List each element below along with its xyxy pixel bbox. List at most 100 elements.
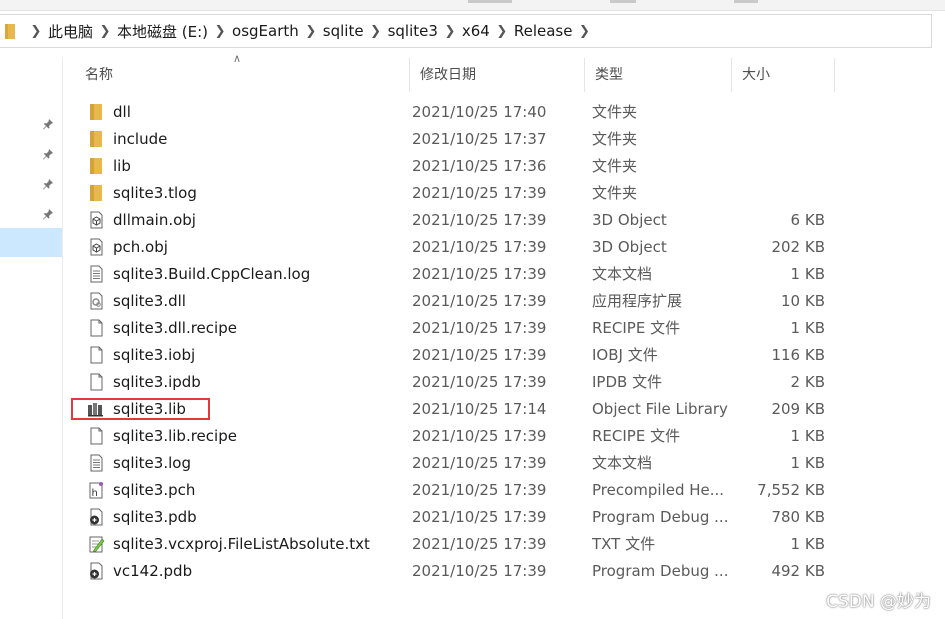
- file-row[interactable]: pch.obj 2021/10/25 17:39 3D Object 202 KB: [75, 234, 835, 261]
- file-modified-date: 2021/10/25 17:39: [412, 211, 547, 229]
- folder-icon: [90, 185, 102, 201]
- breadcrumb-separator-icon[interactable]: ❯: [208, 24, 232, 39]
- column-header-type[interactable]: 类型: [585, 58, 732, 92]
- column-header-name[interactable]: 名称: [75, 58, 410, 92]
- file-row[interactable]: vc142.pdb 2021/10/25 17:39 Program Debug .…: [75, 558, 835, 585]
- file-row[interactable]: sqlite3.dll 2021/10/25 17:39 应用程序扩展 10 KB: [75, 288, 835, 315]
- file-type: 应用程序扩展: [592, 292, 683, 310]
- file-modified-date: 2021/10/25 17:36: [412, 157, 547, 175]
- file-modified-date: 2021/10/25 17:39: [412, 454, 547, 472]
- file-size: 2 KB: [790, 373, 825, 391]
- breadcrumb-sqlite3[interactable]: sqlite3: [388, 22, 438, 40]
- pdb-file-icon: [90, 508, 103, 526]
- file-size: 6 KB: [790, 211, 825, 229]
- file-size: 10 KB: [781, 292, 825, 310]
- svg-text:h: h: [92, 488, 98, 499]
- breadcrumb-osgearth[interactable]: osgEarth: [232, 22, 299, 40]
- pin-icon[interactable]: [42, 178, 54, 190]
- file-name: sqlite3.log: [113, 454, 191, 472]
- breadcrumb-separator-icon[interactable]: ❯: [299, 24, 323, 39]
- pin-icon[interactable]: [42, 148, 54, 160]
- column-header-size[interactable]: 大小: [732, 58, 835, 92]
- breadcrumb-separator-icon[interactable]: ❯: [24, 24, 48, 39]
- file-row[interactable]: dllmain.obj 2021/10/25 17:39 3D Object 6 KB: [75, 207, 835, 234]
- file-name: sqlite3.Build.CppClean.log: [113, 265, 311, 283]
- file-modified-date: 2021/10/25 17:39: [412, 292, 547, 310]
- file-row[interactable]: sqlite3.ipdb 2021/10/25 17:39 IPDB 文件 2 KB: [75, 369, 835, 396]
- file-type: IOBJ 文件: [592, 346, 658, 364]
- file-size: 492 KB: [771, 562, 825, 580]
- file-name: sqlite3.pch: [113, 481, 196, 499]
- file-size: 1 KB: [790, 427, 825, 445]
- file-type: 文件夹: [592, 103, 638, 121]
- pdb-file-icon: [90, 562, 103, 580]
- file-type: Precompiled He...: [592, 481, 725, 499]
- blank-file-icon: [90, 373, 103, 391]
- file-name: sqlite3.tlog: [113, 184, 197, 202]
- file-type: 3D Object: [592, 211, 667, 229]
- file-modified-date: 2021/10/25 17:39: [412, 508, 547, 526]
- dll-file-icon: [90, 292, 103, 310]
- breadcrumb-separator-icon[interactable]: ❯: [93, 24, 117, 39]
- file-name: dllmain.obj: [113, 211, 196, 229]
- file-row[interactable]: h sqlite3.pch 2021/10/25 17:39 Precompiled …: [75, 477, 835, 504]
- file-size: 780 KB: [771, 508, 825, 526]
- file-name: sqlite3.dll.recipe: [113, 319, 237, 337]
- file-type: 3D Object: [592, 238, 667, 256]
- folder-icon: [90, 131, 102, 147]
- file-modified-date: 2021/10/25 17:39: [412, 535, 547, 553]
- file-row[interactable]: dll 2021/10/25 17:40 文件夹: [75, 99, 835, 126]
- file-modified-date: 2021/10/25 17:39: [412, 481, 547, 499]
- file-row[interactable]: sqlite3.iobj 2021/10/25 17:39 IOBJ 文件 116 K…: [75, 342, 835, 369]
- file-row[interactable]: sqlite3.lib.recipe 2021/10/25 17:39 RECIPE…: [75, 423, 835, 450]
- file-modified-date: 2021/10/25 17:37: [412, 130, 547, 148]
- file-row[interactable]: include 2021/10/25 17:37 文件夹: [75, 126, 835, 153]
- file-type: Program Debug ...: [592, 508, 729, 526]
- file-modified-date: 2021/10/25 17:39: [412, 346, 547, 364]
- file-size: 1 KB: [790, 319, 825, 337]
- pin-icon[interactable]: [42, 118, 54, 130]
- breadcrumb-separator-icon[interactable]: ❯: [364, 24, 388, 39]
- file-type: 文本文档: [592, 454, 653, 472]
- address-bar[interactable]: ❯ 此电脑 ❯ 本地磁盘 (E:) ❯ osgEarth ❯ sqlite ❯ …: [0, 14, 932, 48]
- file-row[interactable]: sqlite3.tlog 2021/10/25 17:39 文件夹: [75, 180, 835, 207]
- file-name: sqlite3.ipdb: [113, 373, 201, 391]
- file-size: 202 KB: [771, 238, 825, 256]
- folder-icon: [5, 23, 15, 39]
- file-row[interactable]: sqlite3.log 2021/10/25 17:39 文本文档 1 KB: [75, 450, 835, 477]
- file-name: vc142.pdb: [113, 562, 193, 580]
- breadcrumb-sqlite[interactable]: sqlite: [323, 22, 364, 40]
- file-type: 文件夹: [592, 184, 638, 202]
- watermark: CSDN @妙为: [826, 592, 931, 612]
- breadcrumb-expand-icon[interactable]: ❯: [572, 24, 596, 39]
- ribbon-strip: [0, 0, 945, 11]
- pin-icon[interactable]: [42, 208, 54, 220]
- file-row[interactable]: sqlite3.dll.recipe 2021/10/25 17:39 RECIPE…: [75, 315, 835, 342]
- column-headers: 名称 修改日期 类型 大小: [75, 58, 835, 92]
- file-modified-date: 2021/10/25 17:39: [412, 184, 547, 202]
- breadcrumb-x64[interactable]: x64: [462, 22, 490, 40]
- file-modified-date: 2021/10/25 17:39: [412, 427, 547, 445]
- file-type: IPDB 文件: [592, 373, 663, 391]
- breadcrumb-release[interactable]: Release: [514, 22, 573, 40]
- column-header-date[interactable]: 修改日期: [410, 58, 585, 92]
- breadcrumb-separator-icon[interactable]: ❯: [490, 24, 514, 39]
- file-row[interactable]: sqlite3.pdb 2021/10/25 17:39 Program Debug…: [75, 504, 835, 531]
- file-size: 116 KB: [771, 346, 825, 364]
- file-size: 1 KB: [790, 265, 825, 283]
- file-row[interactable]: sqlite3.vcxproj.FileListAbsolute.txt 2021…: [75, 531, 835, 558]
- file-modified-date: 2021/10/25 17:40: [412, 103, 547, 121]
- navigation-pane[interactable]: [0, 58, 63, 619]
- file-type: 文件夹: [592, 157, 638, 175]
- file-name: lib: [113, 157, 131, 175]
- file-row[interactable]: sqlite3.Build.CppClean.log 2021/10/25 17:…: [75, 261, 835, 288]
- breadcrumb-separator-icon[interactable]: ❯: [438, 24, 462, 39]
- breadcrumb-this-pc[interactable]: 此电脑: [48, 21, 93, 42]
- breadcrumb-drive-e[interactable]: 本地磁盘 (E:): [117, 21, 208, 42]
- file-size: 1 KB: [790, 454, 825, 472]
- nav-selected-item[interactable]: [0, 228, 62, 257]
- file-type: Program Debug ...: [592, 562, 729, 580]
- blank-file-icon: [90, 346, 103, 364]
- file-type: RECIPE 文件: [592, 319, 681, 337]
- file-row[interactable]: lib 2021/10/25 17:36 文件夹: [75, 153, 835, 180]
